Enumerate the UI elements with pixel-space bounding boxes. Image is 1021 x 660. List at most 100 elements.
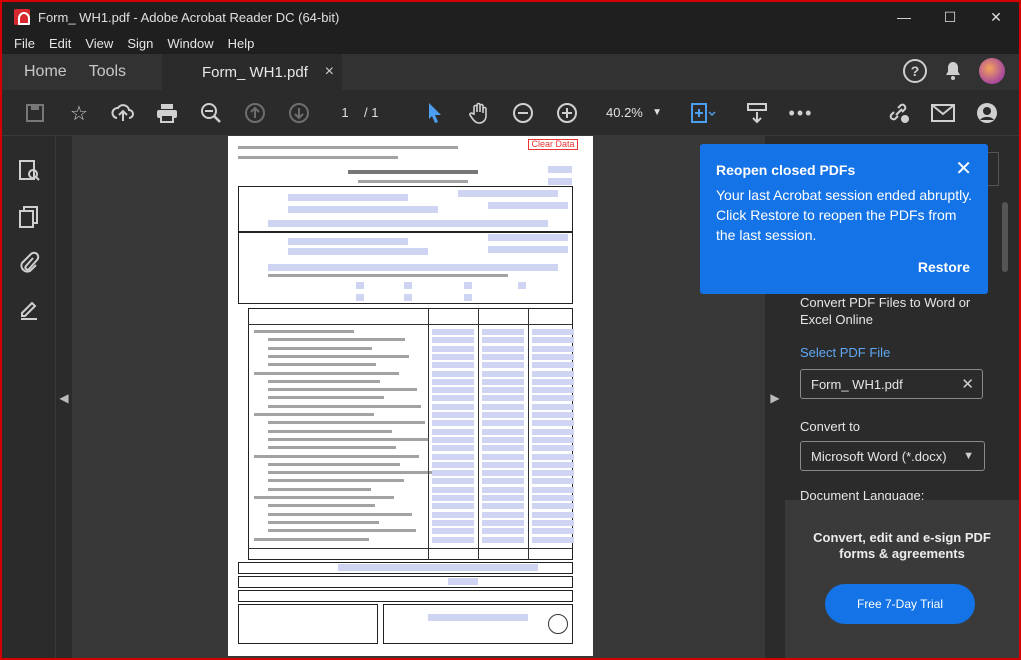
table-cell-field[interactable] [432, 428, 474, 435]
table-cell-field[interactable] [482, 345, 524, 352]
more-icon[interactable]: ••• [788, 100, 814, 126]
table-cell-field[interactable] [432, 495, 474, 501]
table-cell-field[interactable] [432, 353, 474, 360]
table-cell-field[interactable] [482, 362, 524, 369]
table-cell-field[interactable] [432, 478, 474, 485]
table-cell-field[interactable] [432, 503, 474, 510]
table-cell-field[interactable] [532, 378, 574, 385]
table-cell-field[interactable] [432, 511, 474, 518]
table-cell-field[interactable] [482, 445, 524, 452]
table-cell-field[interactable] [532, 503, 574, 510]
table-cell-field[interactable] [482, 528, 524, 535]
table-cell-field[interactable] [482, 403, 524, 410]
free-trial-button[interactable]: Free 7-Day Trial [825, 584, 975, 624]
table-cell-field[interactable] [532, 337, 574, 344]
form-checkbox[interactable] [464, 282, 472, 289]
form-checkbox[interactable] [518, 282, 526, 289]
selected-file-field[interactable]: Form_ WH1.pdf ✕ [800, 369, 983, 399]
table-cell-field[interactable] [532, 353, 574, 360]
minimize-button[interactable]: — [881, 2, 927, 32]
table-cell-field[interactable] [482, 495, 524, 501]
tab-document[interactable]: Form_ WH1.pdf × [162, 54, 342, 90]
table-cell-field[interactable] [432, 453, 474, 460]
fit-page-icon[interactable] [690, 100, 716, 126]
mail-icon[interactable] [930, 100, 956, 126]
table-cell-field[interactable] [532, 461, 574, 468]
table-cell-field[interactable] [432, 536, 474, 543]
table-cell-field[interactable] [482, 395, 524, 402]
save-icon[interactable] [22, 100, 48, 126]
form-field[interactable] [268, 264, 558, 271]
table-cell-field[interactable] [432, 420, 474, 427]
table-cell-field[interactable] [432, 528, 474, 535]
table-cell-field[interactable] [532, 412, 574, 418]
table-cell-field[interactable] [482, 470, 524, 477]
form-field[interactable] [288, 194, 408, 201]
table-cell-field[interactable] [482, 378, 524, 385]
table-cell-field[interactable] [432, 436, 474, 443]
menu-file[interactable]: File [14, 36, 35, 51]
table-cell-field[interactable] [432, 345, 474, 352]
table-cell-field[interactable] [532, 420, 574, 427]
form-field[interactable] [428, 614, 528, 621]
form-field[interactable] [288, 238, 408, 245]
form-field[interactable] [548, 178, 572, 185]
select-pdf-link[interactable]: Select PDF File [800, 345, 890, 360]
right-panel-scrollbar[interactable] [1002, 202, 1008, 272]
table-cell-field[interactable] [432, 387, 474, 394]
table-cell-field[interactable] [482, 420, 524, 427]
form-field[interactable] [268, 220, 548, 227]
form-field[interactable] [338, 564, 538, 571]
table-cell-field[interactable] [482, 436, 524, 443]
table-cell-field[interactable] [432, 403, 474, 410]
table-cell-field[interactable] [482, 536, 524, 543]
menu-window[interactable]: Window [167, 36, 213, 51]
copy-pages-icon[interactable] [16, 204, 42, 230]
table-cell-field[interactable] [532, 428, 574, 435]
restore-button[interactable]: Restore [918, 259, 970, 275]
table-cell-field[interactable] [532, 345, 574, 352]
tab-tools[interactable]: Tools [89, 63, 148, 81]
table-cell-field[interactable] [482, 478, 524, 485]
cloud-upload-icon[interactable] [110, 100, 136, 126]
table-cell-field[interactable] [532, 436, 574, 443]
table-cell-field[interactable] [432, 370, 474, 377]
table-cell-field[interactable] [532, 511, 574, 518]
table-cell-field[interactable] [482, 503, 524, 510]
table-cell-field[interactable] [532, 528, 574, 535]
form-field[interactable] [548, 166, 572, 173]
clear-data-button[interactable]: Clear Data [528, 139, 578, 150]
popup-search-field[interactable] [987, 152, 999, 186]
table-cell-field[interactable] [432, 412, 474, 418]
page-thumbnails-icon[interactable] [16, 158, 42, 184]
form-field[interactable] [288, 206, 438, 213]
attachment-icon[interactable] [16, 250, 42, 276]
menu-help[interactable]: Help [228, 36, 255, 51]
table-cell-field[interactable] [532, 478, 574, 485]
table-cell-field[interactable] [482, 370, 524, 377]
bell-icon[interactable] [941, 59, 965, 83]
arrow-up-circle-icon[interactable] [242, 100, 268, 126]
table-cell-field[interactable] [432, 329, 474, 335]
scroll-mode-icon[interactable] [744, 100, 770, 126]
zoom-in-icon[interactable] [554, 100, 580, 126]
table-cell-field[interactable] [482, 387, 524, 394]
page-number-input[interactable]: 1 [328, 102, 362, 124]
form-field[interactable] [488, 234, 568, 241]
zoom-out-icon[interactable] [510, 100, 536, 126]
zoom-dropdown[interactable]: 40.2% ▼ [600, 102, 670, 124]
clear-file-icon[interactable]: ✕ [961, 375, 974, 393]
table-cell-field[interactable] [532, 495, 574, 501]
signature-pen-icon[interactable] [16, 296, 42, 322]
cursor-arrow-icon[interactable] [422, 100, 448, 126]
table-cell-field[interactable] [532, 387, 574, 394]
table-cell-field[interactable] [482, 353, 524, 360]
table-cell-field[interactable] [482, 461, 524, 468]
add-user-icon[interactable] [974, 100, 1000, 126]
form-checkbox[interactable] [404, 282, 412, 289]
avatar[interactable] [979, 58, 1005, 84]
table-cell-field[interactable] [482, 486, 524, 493]
table-cell-field[interactable] [482, 453, 524, 460]
close-popup-icon[interactable]: ✕ [955, 156, 972, 181]
table-cell-field[interactable] [482, 428, 524, 435]
